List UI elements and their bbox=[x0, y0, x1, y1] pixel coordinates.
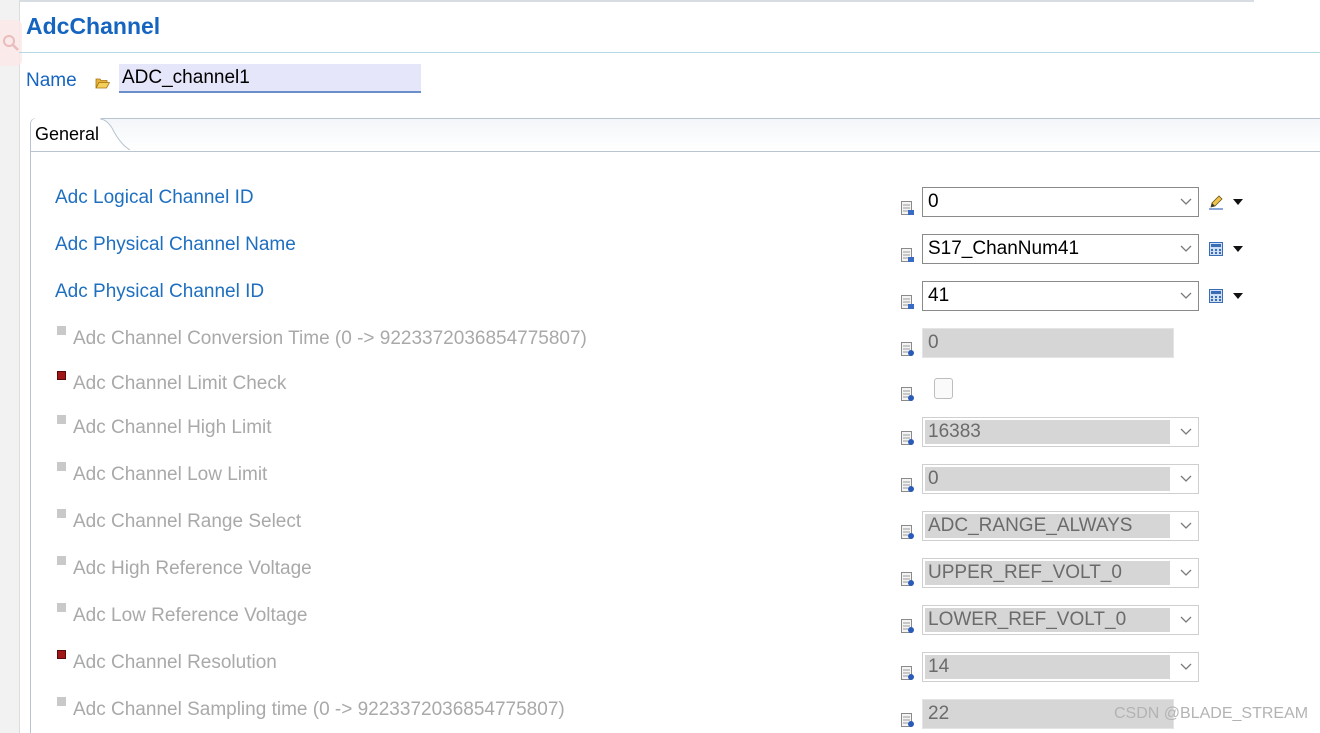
parameter-value-icon bbox=[901, 248, 914, 262]
optional-marker bbox=[57, 697, 66, 706]
chevron-down-icon[interactable] bbox=[1180, 475, 1192, 483]
param-value: ADC_RANGE_ALWAYS bbox=[928, 515, 1133, 536]
top-border bbox=[19, 0, 1254, 2]
parameter-value-icon bbox=[901, 431, 914, 445]
chevron-down-icon[interactable] bbox=[1180, 663, 1192, 671]
page-title: AdcChannel bbox=[26, 13, 161, 39]
calculator-icon[interactable] bbox=[1208, 241, 1224, 257]
search-tab[interactable] bbox=[0, 20, 22, 66]
required-marker bbox=[57, 650, 66, 659]
optional-marker bbox=[57, 509, 66, 518]
name-label: Name bbox=[26, 70, 77, 91]
param-combo[interactable]: 41 bbox=[922, 281, 1199, 311]
tab-edge bbox=[100, 118, 131, 151]
chevron-down-icon[interactable] bbox=[1180, 569, 1192, 577]
param-value: 41 bbox=[928, 285, 950, 306]
param-combo[interactable]: 0 bbox=[922, 187, 1199, 217]
chevron-down-icon[interactable] bbox=[1180, 616, 1192, 624]
param-label: Adc Channel Limit Check bbox=[73, 373, 287, 394]
param-value: 0 bbox=[928, 332, 939, 353]
chevron-down-icon[interactable] bbox=[1180, 292, 1192, 300]
param-value: LOWER_REF_VOLT_0 bbox=[928, 609, 1127, 630]
param-label: Adc Channel Range Select bbox=[73, 511, 302, 532]
param-label: Adc Channel Conversion Time (0 -> 922337… bbox=[73, 328, 587, 349]
param-label: Adc Channel Low Limit bbox=[73, 464, 268, 485]
param-label: Adc Channel Sampling time (0 -> 92233720… bbox=[73, 699, 565, 720]
required-marker bbox=[57, 371, 66, 380]
edit-pen-icon[interactable] bbox=[1208, 194, 1224, 210]
param-value: UPPER_REF_VOLT_0 bbox=[928, 562, 1122, 583]
triangle-down-icon[interactable] bbox=[1232, 245, 1244, 253]
param-label: Adc High Reference Voltage bbox=[73, 558, 312, 579]
parameter-value-icon bbox=[901, 478, 914, 492]
param-value: S17_ChanNum41 bbox=[928, 238, 1080, 259]
optional-marker bbox=[57, 462, 66, 471]
param-combo[interactable]: UPPER_REF_VOLT_0 bbox=[922, 558, 1199, 588]
param-combo[interactable]: 0 bbox=[922, 464, 1199, 494]
param-combo[interactable]: S17_ChanNum41 bbox=[922, 234, 1199, 264]
optional-marker bbox=[57, 556, 66, 565]
param-label: Adc Channel Resolution bbox=[73, 652, 277, 673]
optional-marker bbox=[57, 326, 66, 335]
parameter-value-icon bbox=[901, 572, 914, 586]
tab-bar bbox=[30, 118, 1320, 152]
field-fill bbox=[925, 655, 1170, 679]
search-icon bbox=[3, 35, 19, 51]
parameter-value-icon bbox=[901, 387, 914, 401]
chevron-down-icon[interactable] bbox=[1180, 198, 1192, 206]
field-fill bbox=[925, 467, 1170, 491]
parameter-value-icon bbox=[901, 619, 914, 633]
parameter-value-icon bbox=[901, 342, 914, 356]
param-label: Adc Physical Channel Name bbox=[55, 234, 296, 255]
param-combo[interactable]: 16383 bbox=[922, 417, 1199, 447]
optional-marker bbox=[57, 603, 66, 612]
param-value: 16383 bbox=[928, 421, 981, 442]
parameter-value-icon bbox=[901, 525, 914, 539]
param-value: 0 bbox=[928, 468, 939, 489]
param-text-field[interactable]: 0 bbox=[922, 328, 1174, 358]
param-combo[interactable]: LOWER_REF_VOLT_0 bbox=[922, 605, 1199, 635]
param-combo[interactable]: 14 bbox=[922, 652, 1199, 682]
parameter-value-icon bbox=[901, 295, 914, 309]
parameter-value-icon bbox=[901, 666, 914, 680]
watermark: CSDN @BLADE_STREAM bbox=[1114, 705, 1309, 722]
tab-label: General bbox=[35, 124, 100, 144]
optional-marker bbox=[57, 415, 66, 424]
triangle-down-icon[interactable] bbox=[1232, 198, 1244, 206]
title-divider bbox=[19, 52, 1320, 53]
param-label: Adc Logical Channel ID bbox=[55, 187, 254, 208]
param-label: Adc Channel High Limit bbox=[73, 417, 272, 438]
chevron-down-icon[interactable] bbox=[1180, 522, 1192, 530]
param-combo[interactable]: ADC_RANGE_ALWAYS bbox=[922, 511, 1199, 541]
tab-general[interactable]: General bbox=[31, 118, 101, 151]
param-label: Adc Low Reference Voltage bbox=[73, 605, 308, 626]
limit-check-checkbox[interactable] bbox=[934, 378, 953, 399]
parameter-value-icon bbox=[901, 713, 914, 727]
param-label: Adc Physical Channel ID bbox=[55, 281, 265, 302]
parameter-value-icon bbox=[901, 201, 914, 215]
chevron-down-icon[interactable] bbox=[1180, 245, 1192, 253]
name-input[interactable] bbox=[119, 64, 421, 93]
folder-open-icon bbox=[95, 78, 110, 89]
param-value: 14 bbox=[928, 656, 950, 677]
left-gutter bbox=[0, 0, 20, 733]
calculator-icon[interactable] bbox=[1208, 288, 1224, 304]
param-value: 22 bbox=[928, 703, 950, 724]
panel-border bbox=[30, 150, 31, 733]
triangle-down-icon[interactable] bbox=[1232, 292, 1244, 300]
chevron-down-icon[interactable] bbox=[1180, 428, 1192, 436]
param-value: 0 bbox=[928, 191, 939, 212]
